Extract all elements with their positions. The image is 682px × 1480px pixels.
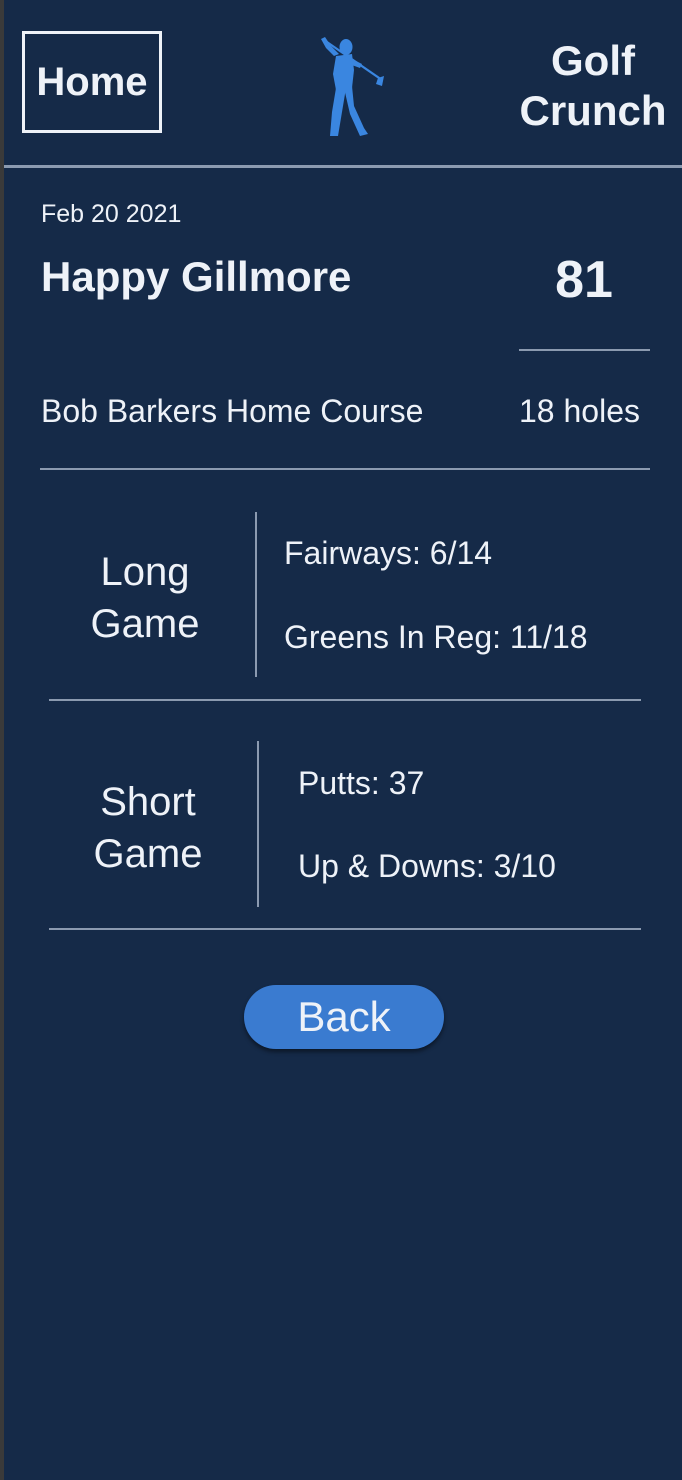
brand-line-2: Crunch xyxy=(519,87,667,134)
fairways-stat: Fairways: 6/14 xyxy=(284,535,493,571)
short-game-title: Short Game xyxy=(48,776,248,880)
header-divider xyxy=(4,165,682,168)
long-game-divider xyxy=(255,512,257,677)
player-name: Happy Gillmore xyxy=(41,253,352,300)
short-game-title-line-2: Game xyxy=(93,832,203,876)
score-underline xyxy=(519,349,650,351)
round-date: Feb 20 2021 xyxy=(41,200,182,228)
round-detail-screen: Home Golf Crunch Feb 20 2021 Happy Gillm… xyxy=(4,0,682,1480)
course-name: Bob Barkers Home Course xyxy=(41,393,424,429)
long-game-title: Long Game xyxy=(45,546,245,650)
back-button[interactable]: Back xyxy=(244,985,444,1049)
long-game-title-line-2: Game xyxy=(90,602,200,646)
up-and-downs-stat: Up & Downs: 3/10 xyxy=(298,848,556,884)
short-game-title-line-1: Short xyxy=(100,780,196,824)
greens-in-reg-stat: Greens In Reg: 11/18 xyxy=(284,619,588,655)
long-game-title-line-1: Long xyxy=(100,550,190,594)
divider xyxy=(40,468,650,470)
divider xyxy=(49,699,641,701)
home-button[interactable]: Home xyxy=(22,31,162,133)
putts-stat: Putts: 37 xyxy=(298,765,425,801)
hole-count: 18 holes xyxy=(519,393,640,429)
short-game-divider xyxy=(257,741,259,907)
app-header: Home Golf Crunch xyxy=(4,0,682,168)
golfer-logo-icon xyxy=(321,37,384,136)
round-score: 81 xyxy=(555,251,613,309)
brand-line-1: Golf xyxy=(551,37,635,84)
divider xyxy=(49,928,641,930)
brand-title: Golf Crunch xyxy=(504,36,682,136)
